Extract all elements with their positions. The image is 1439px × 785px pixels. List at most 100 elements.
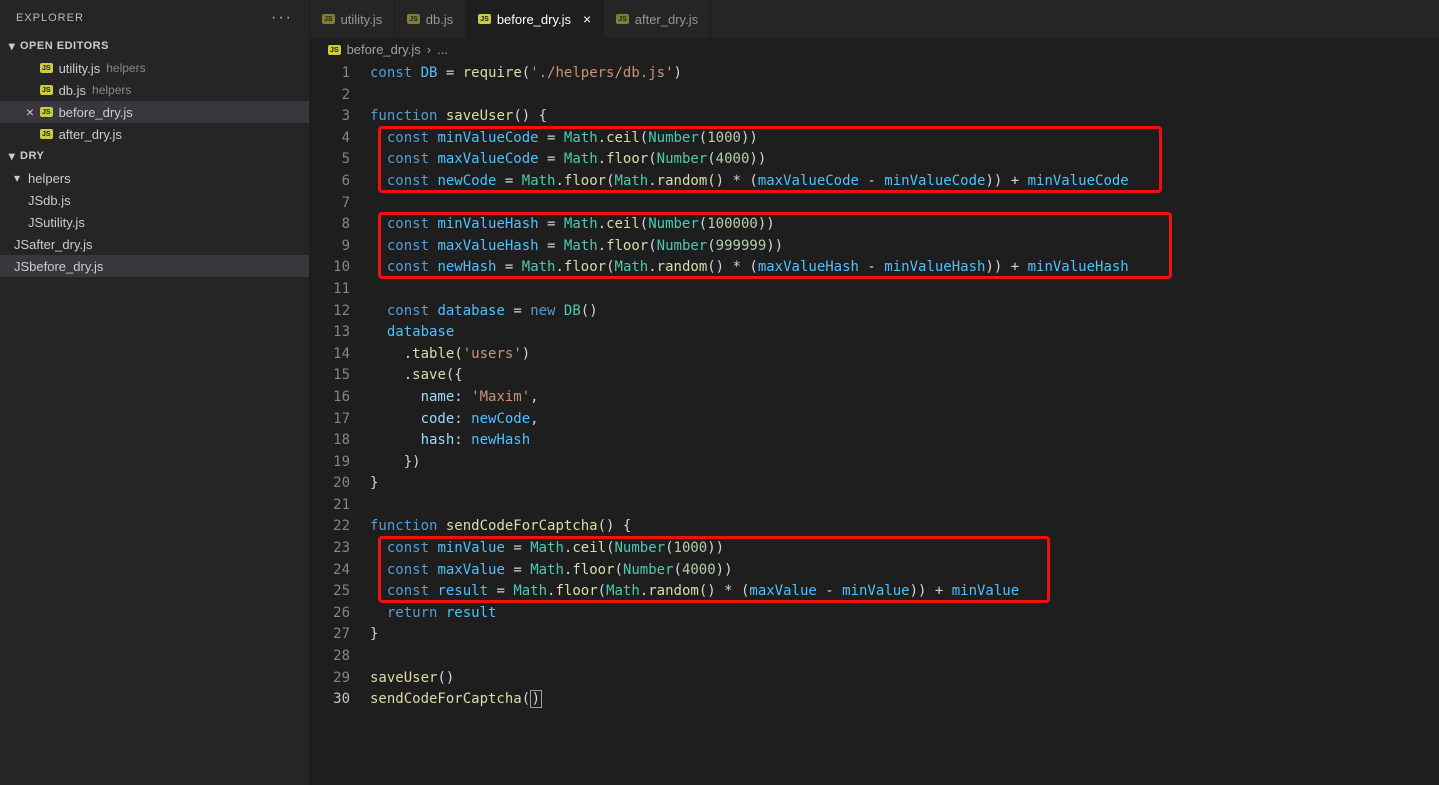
- file-path: helpers: [92, 83, 131, 97]
- project-tree: helpersJSdb.jsJSutility.jsJSafter_dry.js…: [0, 167, 309, 277]
- js-file-icon: JS: [14, 237, 29, 252]
- code-line[interactable]: [370, 646, 1439, 668]
- editor-tab[interactable]: JSdb.js: [395, 0, 466, 38]
- open-editor-item[interactable]: ×JS before_dry.js: [0, 101, 309, 123]
- tab-label: db.js: [426, 12, 453, 27]
- open-editors-list: JSutility.jshelpersJSdb.jshelpers×JSbefo…: [0, 57, 309, 145]
- code-line[interactable]: const DB = require('./helpers/db.js'): [370, 63, 1439, 85]
- line-number: 13: [310, 322, 350, 344]
- chevron-down-icon: [4, 149, 20, 163]
- code-line[interactable]: [370, 193, 1439, 215]
- chevron-down-icon: [4, 39, 20, 53]
- code-line[interactable]: const minValueHash = Math.ceil(Number(10…: [370, 214, 1439, 236]
- code-line[interactable]: [370, 495, 1439, 517]
- line-number: 2: [310, 85, 350, 107]
- line-number: 23: [310, 538, 350, 560]
- js-file-icon: JS: [28, 215, 43, 230]
- code-content[interactable]: const DB = require('./helpers/db.js') fun…: [370, 63, 1439, 785]
- editor-tab[interactable]: JS before_dry.js ×: [466, 0, 604, 38]
- line-number: 28: [310, 646, 350, 668]
- file-item[interactable]: JSbefore_dry.js: [0, 255, 309, 277]
- file-name: db.js: [43, 193, 70, 208]
- code-line[interactable]: const minValueCode = Math.ceil(Number(10…: [370, 128, 1439, 150]
- line-number: 25: [310, 581, 350, 603]
- line-number: 6: [310, 171, 350, 193]
- code-line[interactable]: function saveUser() {: [370, 106, 1439, 128]
- code-line[interactable]: }: [370, 624, 1439, 646]
- line-number: 3: [310, 106, 350, 128]
- js-file-icon: JS: [40, 107, 53, 117]
- editor-main: JS utility.js JSdb.js JS before_dry.js × JSaft…: [310, 0, 1439, 785]
- file-item[interactable]: JSdb.js: [0, 189, 309, 211]
- breadcrumb-separator: ›: [427, 42, 431, 57]
- editor-tab[interactable]: JSafter_dry.js: [604, 0, 711, 38]
- code-line[interactable]: [370, 279, 1439, 301]
- open-editor-item[interactable]: JSafter_dry.js: [0, 123, 309, 145]
- code-line[interactable]: function sendCodeForCaptcha() {: [370, 516, 1439, 538]
- file-name: after_dry.js: [29, 237, 92, 252]
- code-editor[interactable]: 1234567891011121314151617181920212223242…: [310, 61, 1439, 785]
- line-number: 1: [310, 63, 350, 85]
- tab-label: utility.js: [341, 12, 383, 27]
- line-number: 8: [310, 214, 350, 236]
- code-line[interactable]: sendCodeForCaptcha(): [370, 689, 1439, 711]
- folder-name: helpers: [28, 171, 71, 186]
- code-line[interactable]: database: [370, 322, 1439, 344]
- code-line[interactable]: name: 'Maxim',: [370, 387, 1439, 409]
- code-line[interactable]: const result = Math.floor(Math.random() …: [370, 581, 1439, 603]
- code-line[interactable]: const newHash = Math.floor(Math.random()…: [370, 257, 1439, 279]
- code-line[interactable]: hash: newHash: [370, 430, 1439, 452]
- line-number: 18: [310, 430, 350, 452]
- breadcrumb[interactable]: JS before_dry.js › ...: [310, 38, 1439, 61]
- js-file-icon: JS: [322, 14, 335, 24]
- code-line[interactable]: const database = new DB(): [370, 301, 1439, 323]
- line-number: 15: [310, 365, 350, 387]
- code-line[interactable]: .save({: [370, 365, 1439, 387]
- open-editors-header[interactable]: OPEN EDITORS: [0, 35, 309, 57]
- code-line[interactable]: }): [370, 452, 1439, 474]
- line-number: 29: [310, 668, 350, 690]
- code-line[interactable]: .table('users'): [370, 344, 1439, 366]
- code-line[interactable]: return result: [370, 603, 1439, 625]
- js-file-icon: JS: [28, 193, 43, 208]
- line-number: 4: [310, 128, 350, 150]
- code-line[interactable]: const minValue = Math.ceil(Number(1000)): [370, 538, 1439, 560]
- code-line[interactable]: const maxValueCode = Math.floor(Number(4…: [370, 149, 1439, 171]
- js-file-icon: JS: [478, 14, 491, 24]
- explorer-sidebar: EXPLORER ··· OPEN EDITORS JSutility.jshe…: [0, 0, 310, 785]
- tab-bar: JS utility.js JSdb.js JS before_dry.js × JSaft…: [310, 0, 1439, 38]
- close-tab-icon[interactable]: ×: [583, 11, 591, 27]
- breadcrumb-more: ...: [437, 42, 448, 57]
- folder-item[interactable]: helpers: [0, 167, 309, 189]
- file-name: utility.js: [43, 215, 85, 230]
- open-editors-label: OPEN EDITORS: [20, 40, 109, 52]
- line-number: 21: [310, 495, 350, 517]
- file-item[interactable]: JSafter_dry.js: [0, 233, 309, 255]
- file-name: before_dry.js: [59, 105, 133, 120]
- code-line[interactable]: const maxValue = Math.floor(Number(4000)…: [370, 560, 1439, 582]
- code-line[interactable]: [370, 85, 1439, 107]
- code-line[interactable]: saveUser(): [370, 668, 1439, 690]
- line-number: 20: [310, 473, 350, 495]
- code-line[interactable]: code: newCode,: [370, 409, 1439, 431]
- line-number: 12: [310, 301, 350, 323]
- js-file-icon: JS: [14, 259, 29, 274]
- line-number-gutter: 1234567891011121314151617181920212223242…: [310, 63, 370, 785]
- editor-tab[interactable]: JS utility.js: [310, 0, 395, 38]
- explorer-more-icon[interactable]: ···: [271, 9, 293, 27]
- code-line[interactable]: }: [370, 473, 1439, 495]
- tab-label: before_dry.js: [497, 12, 571, 27]
- open-editor-item[interactable]: JSutility.jshelpers: [0, 57, 309, 79]
- file-item[interactable]: JSutility.js: [0, 211, 309, 233]
- line-number: 17: [310, 409, 350, 431]
- open-editor-item[interactable]: JSdb.jshelpers: [0, 79, 309, 101]
- project-header[interactable]: DRY: [0, 145, 309, 167]
- chevron-down-icon: [14, 171, 28, 185]
- js-file-icon: JS: [40, 129, 53, 139]
- line-number: 7: [310, 193, 350, 215]
- close-editor-icon[interactable]: ×: [20, 104, 40, 120]
- code-line[interactable]: const newCode = Math.floor(Math.random()…: [370, 171, 1439, 193]
- js-file-icon: JS: [40, 63, 53, 73]
- code-line[interactable]: const maxValueHash = Math.floor(Number(9…: [370, 236, 1439, 258]
- line-number: 19: [310, 452, 350, 474]
